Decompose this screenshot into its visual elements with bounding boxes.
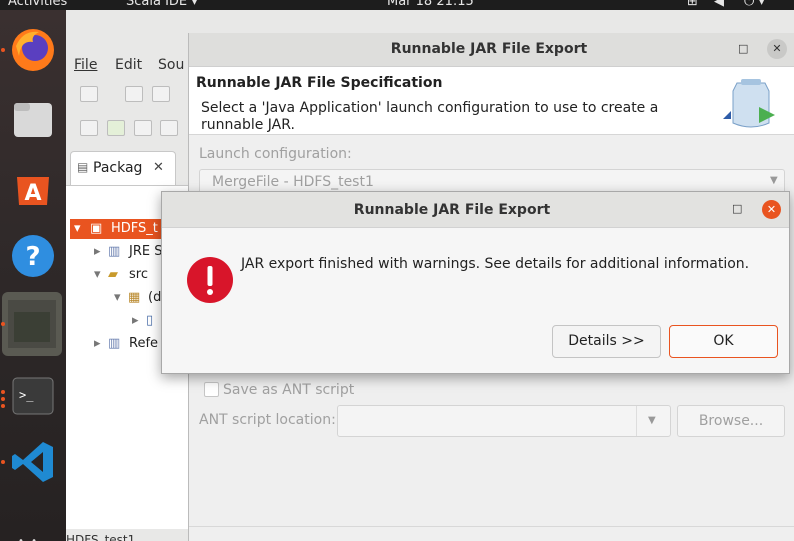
browse-button[interactable]: Browse... [677,405,785,437]
dock: A ? >_ • • • [0,10,66,541]
save-all-icon[interactable] [152,86,170,102]
wizard-banner: Runnable JAR File Specification Select a… [189,67,794,135]
details-button[interactable]: Details >> [552,325,661,358]
alert-title: Runnable JAR File Export [353,202,551,218]
package-tab-label: Packag [93,160,143,176]
power-icon[interactable]: ⏻ ▾ [744,0,765,10]
terminal-icon[interactable]: >_ [9,372,57,420]
library-icon: ▥ [108,336,121,351]
package-explorer-tab[interactable]: ▤ Packag ✕ [70,151,176,185]
expand-down-icon[interactable]: ▾ [74,219,81,239]
activities-button[interactable]: Activities [8,0,67,10]
close-icon[interactable]: ✕ [153,160,164,175]
export-result-dialog: Runnable JAR File Export □ ✕ JAR export … [161,191,790,374]
package-icon: ▦ [128,290,141,305]
tree-item-label: (d [148,290,162,305]
ant-script-checkbox[interactable] [204,382,219,397]
wizard-heading: Runnable JAR File Specification [196,75,443,91]
ant-location-input[interactable]: ▼ [337,405,671,437]
launch-config-value: MergeFile - HDFS_test1 [212,174,374,190]
toolbar-icon-4[interactable] [160,120,178,136]
firefox-icon[interactable] [9,26,57,74]
close-icon[interactable]: ✕ [762,200,781,219]
scala-ide-icon[interactable] [2,292,62,356]
save-icon[interactable] [125,86,143,102]
package-icon: ▤ [77,160,89,174]
expand-down-icon[interactable]: ▾ [114,288,121,308]
toolbar-icon-2[interactable] [107,120,125,136]
svg-text:?: ? [25,242,40,272]
wizard-titlebar: Runnable JAR File Export □ ✕ [189,33,794,67]
java-file-icon: ▯ [146,313,154,328]
svg-text:>_: >_ [19,388,34,402]
ant-script-checkbox-label: Save as ANT script [223,382,355,398]
network-icon[interactable]: ⊞ [687,0,698,10]
tree-item-label: JRE S [129,244,163,259]
new-icon[interactable] [80,86,98,102]
wizard-title: Runnable JAR File Export [390,41,588,57]
status-bar: HDFS_test1 [66,533,136,541]
maximize-icon[interactable]: □ [738,42,748,55]
close-icon[interactable]: ✕ [767,39,787,59]
ant-location-label: ANT script location: [199,412,336,428]
clock[interactable]: Mar 18 21:15 [387,0,474,10]
tree-item-label: src [129,267,148,282]
launch-config-label: Launch configuration: [199,146,352,162]
alert-titlebar: Runnable JAR File Export □ ✕ [162,192,789,228]
vscode-icon[interactable] [9,438,57,486]
project-icon: ▣ [90,221,103,236]
folder-icon: ▰ [108,267,118,282]
menu-source[interactable]: Sou [158,57,184,73]
expand-right-icon[interactable]: ▸ [94,242,101,262]
tree-item-label: HDFS_t [111,221,158,236]
svg-text:A: A [24,181,41,206]
wizard-description: Select a 'Java Application' launch confi… [201,100,659,133]
toolbar-icon-1[interactable] [80,120,98,136]
volume-icon[interactable]: ◀ [714,0,724,10]
show-apps-icon[interactable]: • • • [18,536,48,541]
alert-message: JAR export finished with warnings. See d… [241,256,750,272]
library-icon: ▥ [108,244,121,259]
expand-right-icon[interactable]: ▸ [94,334,101,354]
dropdown-arrow-icon: ▼ [648,415,656,426]
error-icon [187,257,233,303]
toolbar-icon-3[interactable] [134,120,152,136]
app-menu-label: Scala IDE [126,0,188,9]
app-menu[interactable]: Scala IDE ▾ [126,0,198,10]
dropdown-arrow-icon: ▼ [770,175,778,186]
files-icon[interactable] [9,95,57,143]
top-bar: Activities Scala IDE ▾ Mar 18 21:15 ⊞ ◀ … [0,0,794,10]
software-center-icon[interactable]: A [9,163,57,211]
help-icon[interactable]: ? [9,232,57,280]
ok-button[interactable]: OK [669,325,778,358]
expand-down-icon[interactable]: ▾ [94,265,101,285]
maximize-icon[interactable]: □ [732,202,742,215]
menu-edit[interactable]: Edit [115,57,142,73]
jar-banner-icon [723,79,775,128]
divider [189,526,794,527]
expand-right-icon[interactable]: ▸ [132,311,139,331]
tree-item-label: Refe [129,336,159,351]
menu-file[interactable]: File [74,57,97,73]
